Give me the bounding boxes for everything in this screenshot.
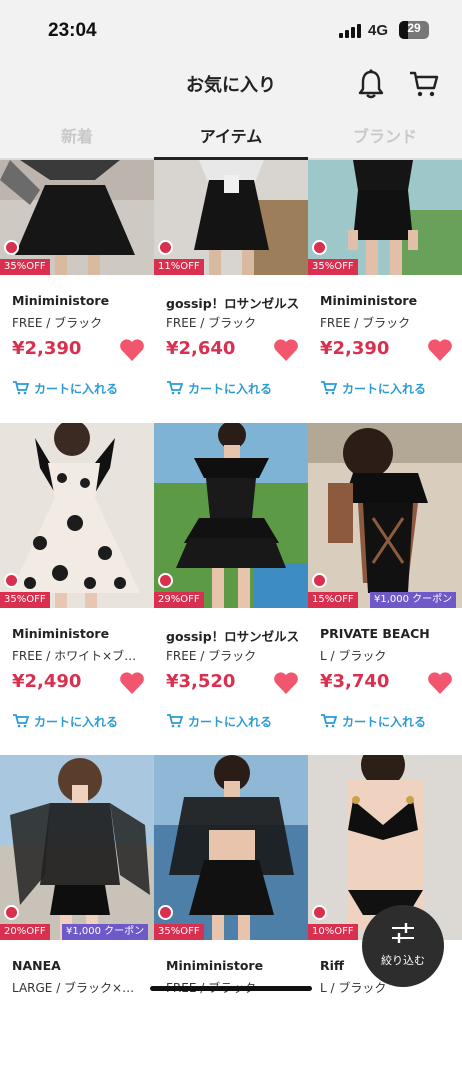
cart-icon	[13, 714, 29, 728]
product-variant: FREE / ブラック	[320, 316, 411, 330]
network-label: 4G	[368, 22, 389, 39]
add-to-cart-label: カートに入れる	[342, 715, 427, 729]
discount-badge: 11%OFF	[154, 259, 204, 275]
timer-icon	[312, 905, 327, 920]
product-image[interactable]: 35%OFF	[154, 755, 308, 940]
product-price: ¥2,390	[320, 338, 390, 359]
product-card[interactable]: 15%OFF ¥1,000 クーポン PRIVATE BEACH L / ブラッ…	[308, 423, 462, 753]
cart-icon	[13, 381, 29, 395]
product-image[interactable]: 35%OFF	[0, 160, 154, 275]
product-brand: Miniministore	[166, 958, 264, 973]
timer-icon	[158, 905, 173, 920]
timer-icon	[4, 573, 19, 588]
signal-icon	[339, 24, 363, 38]
product-price: ¥2,490	[12, 671, 82, 692]
discount-badge: 35%OFF	[154, 924, 204, 940]
product-brand: gossip！ロサンゼルス	[166, 629, 300, 644]
timer-icon	[312, 573, 327, 588]
product-card[interactable]: 29%OFF gossip！ロサンゼルス FREE / ブラック ¥3,520 …	[154, 423, 308, 753]
product-brand: Miniministore	[12, 626, 110, 641]
product-brand: Miniministore	[12, 293, 110, 308]
filter-label: 絞り込む	[381, 954, 425, 967]
discount-badge: 29%OFF	[154, 592, 204, 608]
app-header: お気に入り	[0, 60, 462, 110]
timer-icon	[158, 240, 173, 255]
add-to-cart-button[interactable]: カートに入れる	[320, 380, 426, 397]
heart-icon[interactable]	[427, 671, 453, 695]
tab-items[interactable]: アイテム	[154, 123, 308, 147]
heart-icon[interactable]	[119, 671, 145, 695]
add-to-cart-label: カートに入れる	[342, 382, 427, 396]
heart-icon[interactable]	[273, 338, 299, 362]
product-price: ¥3,740	[320, 671, 390, 692]
tab-bar: 新着 アイテム ブランド	[0, 110, 462, 160]
product-image[interactable]: 20%OFF ¥1,000 クーポン	[0, 755, 154, 940]
cart-icon	[321, 714, 337, 728]
filter-icon	[392, 923, 414, 943]
add-to-cart-label: カートに入れる	[188, 382, 273, 396]
product-brand: NANEA	[12, 958, 61, 973]
product-variant: FREE / ブラック	[166, 649, 257, 663]
coupon-badge: ¥1,000 クーポン	[370, 592, 457, 608]
product-card[interactable]: 20%OFF ¥1,000 クーポン NANEA LARGE / ブラック×…	[0, 755, 154, 1085]
product-image[interactable]: 35%OFF	[308, 160, 462, 275]
battery-icon: 29	[399, 21, 429, 39]
home-indicator[interactable]	[150, 986, 312, 991]
product-price: ¥3,520	[166, 671, 236, 692]
bell-icon[interactable]	[356, 68, 386, 100]
cart-icon[interactable]	[408, 68, 440, 100]
product-variant: LARGE / ブラック×…	[12, 981, 135, 995]
battery-level: 29	[407, 21, 421, 35]
add-to-cart-label: カートに入れる	[34, 715, 119, 729]
product-price: ¥2,390	[12, 338, 82, 359]
status-time: 23:04	[48, 20, 97, 41]
status-bar: 23:04 4G 29	[0, 0, 462, 60]
product-variant: L / ブラック	[320, 649, 387, 663]
add-to-cart-button[interactable]: カートに入れる	[320, 713, 426, 730]
discount-badge: 35%OFF	[308, 259, 358, 275]
cart-icon	[321, 381, 337, 395]
page-title: お気に入り	[186, 75, 276, 96]
timer-icon	[4, 240, 19, 255]
add-to-cart-label: カートに入れる	[34, 382, 119, 396]
add-to-cart-label: カートに入れる	[188, 715, 273, 729]
product-brand: PRIVATE BEACH	[320, 626, 430, 641]
heart-icon[interactable]	[427, 338, 453, 362]
cart-icon	[167, 381, 183, 395]
product-card[interactable]: 35%OFF Miniministore FREE / ホワイト×ブ… ¥2,4…	[0, 423, 154, 753]
product-image[interactable]: 29%OFF	[154, 423, 308, 608]
coupon-badge: ¥1,000 クーポン	[62, 924, 149, 940]
product-image[interactable]: 15%OFF ¥1,000 クーポン	[308, 423, 462, 608]
cart-icon	[167, 714, 183, 728]
timer-icon	[4, 905, 19, 920]
add-to-cart-button[interactable]: カートに入れる	[12, 713, 118, 730]
heart-icon[interactable]	[119, 338, 145, 362]
tab-new[interactable]: 新着	[0, 123, 154, 147]
tab-brands[interactable]: ブランド	[308, 123, 462, 147]
timer-icon	[312, 240, 327, 255]
product-brand: gossip！ロサンゼルス	[166, 296, 300, 311]
discount-badge: 10%OFF	[308, 924, 358, 940]
product-card[interactable]: 35%OFF Miniministore FREE / ブラック	[154, 755, 308, 1085]
heart-icon[interactable]	[273, 671, 299, 695]
product-brand: Miniministore	[320, 293, 418, 308]
add-to-cart-button[interactable]: カートに入れる	[12, 380, 118, 397]
product-variant: FREE / ブラック	[166, 316, 257, 330]
product-image[interactable]: 35%OFF	[0, 423, 154, 608]
product-variant: FREE / ブラック	[12, 316, 103, 330]
discount-badge: 20%OFF	[0, 924, 50, 940]
discount-badge: 35%OFF	[0, 259, 50, 275]
filter-button[interactable]: 絞り込む	[362, 905, 444, 987]
add-to-cart-button[interactable]: カートに入れる	[166, 713, 272, 730]
product-brand: Riff	[320, 958, 345, 973]
product-price: ¥2,640	[166, 338, 236, 359]
add-to-cart-button[interactable]: カートに入れる	[166, 380, 272, 397]
product-variant: FREE / ホワイト×ブ…	[12, 649, 137, 663]
discount-badge: 35%OFF	[0, 592, 50, 608]
timer-icon	[158, 573, 173, 588]
product-image[interactable]: 11%OFF	[154, 160, 308, 275]
discount-badge: 15%OFF	[308, 592, 358, 608]
